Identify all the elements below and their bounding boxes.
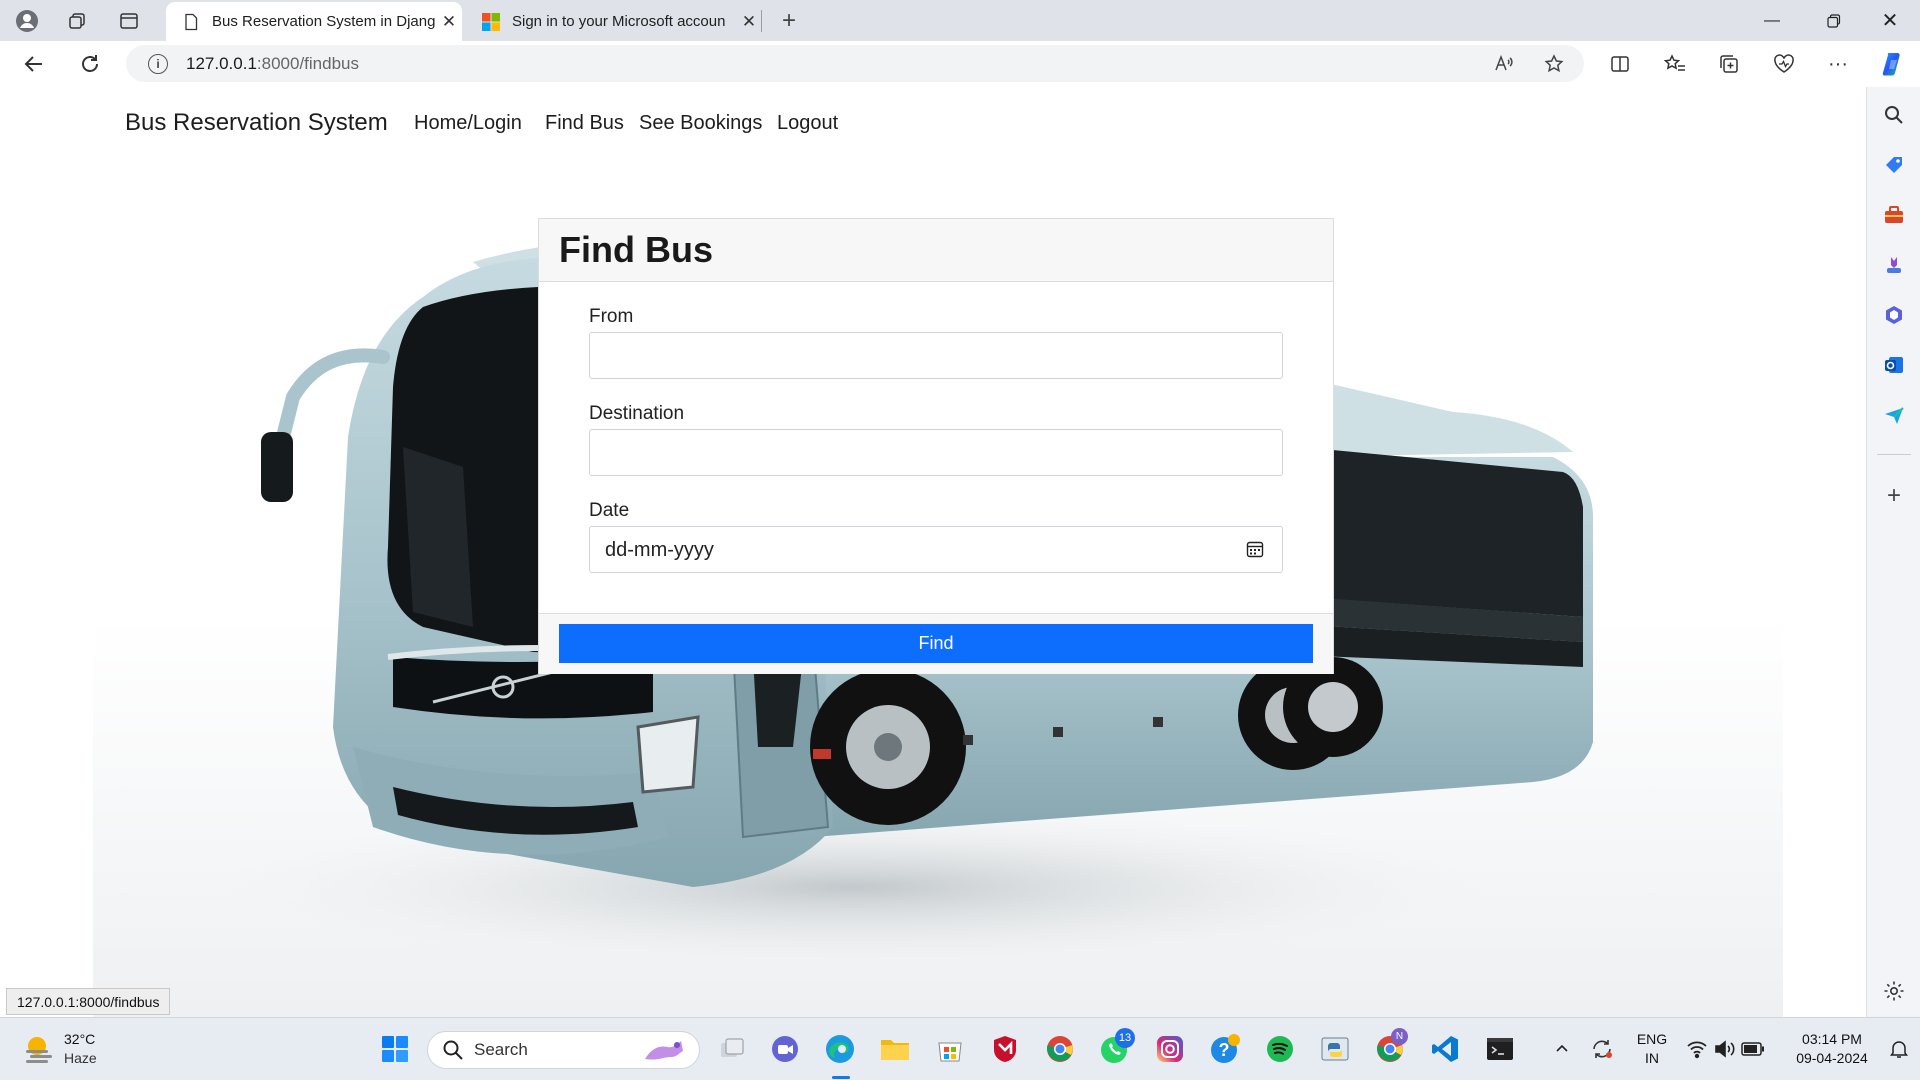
shopping-tag-icon[interactable] bbox=[1880, 151, 1908, 179]
date-input[interactable]: dd-mm-yyyy bbox=[589, 526, 1283, 573]
back-icon[interactable] bbox=[19, 49, 49, 79]
close-tab-icon[interactable]: ✕ bbox=[736, 12, 762, 32]
card-footer: Find bbox=[539, 613, 1333, 674]
outlook-icon[interactable] bbox=[1880, 351, 1908, 379]
refresh-icon[interactable] bbox=[75, 49, 105, 79]
windows-taskbar: 32°C Haze Search 13 ? N ENG IN 03:14 PM … bbox=[0, 1017, 1920, 1080]
close-tab-icon[interactable]: ✕ bbox=[436, 12, 462, 32]
new-tab-icon[interactable]: + bbox=[776, 7, 802, 34]
search-icon bbox=[443, 1040, 463, 1060]
destination-label: Destination bbox=[589, 403, 685, 424]
split-screen-icon[interactable] bbox=[1604, 48, 1636, 80]
nav-link-home-login[interactable]: Home/Login bbox=[414, 112, 522, 135]
weather-description: Haze bbox=[64, 1050, 97, 1066]
edge-browser-icon[interactable] bbox=[823, 1032, 857, 1066]
microsoft-logo-icon bbox=[482, 12, 500, 31]
page-viewport: Bus Reservation System Home/Login Find B… bbox=[5, 87, 1865, 1017]
close-window-icon[interactable]: ✕ bbox=[1862, 0, 1918, 41]
navbar-brand[interactable]: Bus Reservation System bbox=[125, 109, 388, 137]
page-icon bbox=[185, 13, 198, 30]
tab-title: Sign in to your Microsoft accoun bbox=[512, 13, 726, 30]
destination-input[interactable] bbox=[589, 429, 1283, 476]
task-view-icon[interactable] bbox=[715, 1032, 749, 1066]
find-button[interactable]: Find bbox=[559, 624, 1313, 663]
link-status-bubble: 127.0.0.1:8000/findbus bbox=[6, 988, 171, 1015]
site-info-icon[interactable]: i bbox=[148, 53, 168, 74]
mcafee-icon[interactable] bbox=[988, 1032, 1022, 1066]
from-label: From bbox=[589, 306, 634, 327]
battery-icon[interactable] bbox=[1736, 1032, 1770, 1066]
navbar: Bus Reservation System Home/Login Find B… bbox=[5, 87, 1865, 161]
nav-link-logout[interactable]: Logout bbox=[777, 112, 838, 135]
favorites-icon[interactable] bbox=[1659, 48, 1691, 80]
tab-bus-reservation[interactable]: Bus Reservation System in Djang ✕ bbox=[166, 2, 462, 41]
active-app-indicator bbox=[832, 1076, 850, 1079]
tray-overflow-chevron-icon[interactable] bbox=[1545, 1032, 1579, 1066]
card-title: Find Bus bbox=[559, 229, 713, 270]
date-placeholder: dd-mm-yyyy bbox=[605, 539, 714, 561]
minimize-icon[interactable]: — bbox=[1744, 0, 1800, 41]
read-aloud-icon[interactable] bbox=[1490, 50, 1518, 78]
clock-date[interactable]: 09-04-2024 bbox=[1782, 1049, 1882, 1068]
nav-link-find-bus[interactable]: Find Bus bbox=[545, 112, 624, 135]
language-code[interactable]: ENG bbox=[1633, 1030, 1671, 1049]
nav-link-see-bookings[interactable]: See Bookings bbox=[639, 112, 762, 135]
microsoft-365-icon[interactable] bbox=[1880, 301, 1908, 329]
collections-icon[interactable] bbox=[1713, 48, 1745, 80]
tools-icon[interactable] bbox=[1880, 201, 1908, 229]
browser-tab-strip: Bus Reservation System in Djang ✕ Sign i… bbox=[0, 0, 1920, 41]
search-icon[interactable] bbox=[1880, 101, 1908, 129]
file-explorer-icon[interactable] bbox=[878, 1032, 912, 1066]
terminal-icon[interactable] bbox=[1483, 1032, 1517, 1066]
python-idle-icon[interactable] bbox=[1318, 1032, 1352, 1066]
instagram-icon[interactable] bbox=[1153, 1032, 1187, 1066]
svg-text:?: ? bbox=[1219, 1040, 1230, 1060]
clock-time[interactable]: 03:14 PM bbox=[1782, 1030, 1882, 1049]
favorite-star-icon[interactable] bbox=[1540, 50, 1568, 78]
browser-essentials-icon[interactable] bbox=[1768, 48, 1800, 80]
taskbar-search-label: Search bbox=[474, 1040, 528, 1059]
help-tips-icon[interactable]: ? bbox=[1208, 1032, 1242, 1066]
weather-haze-icon[interactable] bbox=[22, 1033, 56, 1067]
windows-start-icon[interactable] bbox=[378, 1032, 412, 1066]
address-bar[interactable]: i 127.0.0.1:8000/findbus bbox=[126, 45, 1584, 82]
notification-bell-icon[interactable] bbox=[1882, 1032, 1916, 1066]
taskbar-search-box[interactable]: Search bbox=[427, 1031, 700, 1069]
profile-icon[interactable] bbox=[14, 8, 40, 34]
workspaces-icon[interactable] bbox=[64, 8, 90, 34]
more-options-icon[interactable]: ··· bbox=[1822, 48, 1854, 80]
copilot-icon[interactable] bbox=[1877, 48, 1909, 80]
chrome-icon[interactable] bbox=[1043, 1032, 1077, 1066]
microsoft-store-icon[interactable] bbox=[933, 1032, 967, 1066]
weather-temperature: 32°C bbox=[64, 1031, 96, 1047]
sync-icon[interactable] bbox=[1585, 1032, 1619, 1066]
date-label: Date bbox=[589, 500, 630, 521]
sidebar-divider bbox=[1877, 454, 1911, 455]
settings-gear-icon[interactable] bbox=[1880, 977, 1908, 1005]
tab-title: Bus Reservation System in Djang bbox=[212, 13, 436, 30]
teams-meet-icon[interactable] bbox=[768, 1032, 802, 1066]
calendar-icon[interactable] bbox=[1246, 540, 1264, 558]
find-bus-card: Find Bus From Destination Date dd-mm-yyy… bbox=[538, 218, 1334, 674]
add-icon[interactable]: + bbox=[1880, 482, 1908, 510]
send-icon[interactable] bbox=[1880, 401, 1908, 429]
url-host: 127.0.0.1 bbox=[186, 53, 257, 73]
spotify-icon[interactable] bbox=[1263, 1032, 1297, 1066]
restore-icon[interactable] bbox=[1806, 0, 1862, 41]
search-highlight-illustration-icon bbox=[645, 1041, 683, 1060]
edge-sidebar: + bbox=[1866, 87, 1920, 1017]
tab-microsoft-signin[interactable]: Sign in to your Microsoft accoun ✕ bbox=[466, 2, 762, 41]
vscode-icon[interactable] bbox=[1428, 1032, 1462, 1066]
tab-divider bbox=[761, 10, 762, 32]
chrome-profile-badge: N bbox=[1391, 1028, 1408, 1045]
card-header: Find Bus bbox=[539, 219, 1333, 282]
games-icon[interactable] bbox=[1880, 251, 1908, 279]
url-path: :8000/findbus bbox=[256, 53, 359, 73]
url-text: 127.0.0.1:8000/findbus bbox=[186, 54, 359, 74]
browser-toolbar: i 127.0.0.1:8000/findbus ··· bbox=[0, 41, 1920, 86]
whatsapp-notification-badge: 13 bbox=[1115, 1028, 1135, 1048]
vertical-tabs-icon[interactable] bbox=[116, 8, 142, 34]
from-input[interactable] bbox=[589, 332, 1283, 379]
language-region[interactable]: IN bbox=[1633, 1049, 1671, 1068]
